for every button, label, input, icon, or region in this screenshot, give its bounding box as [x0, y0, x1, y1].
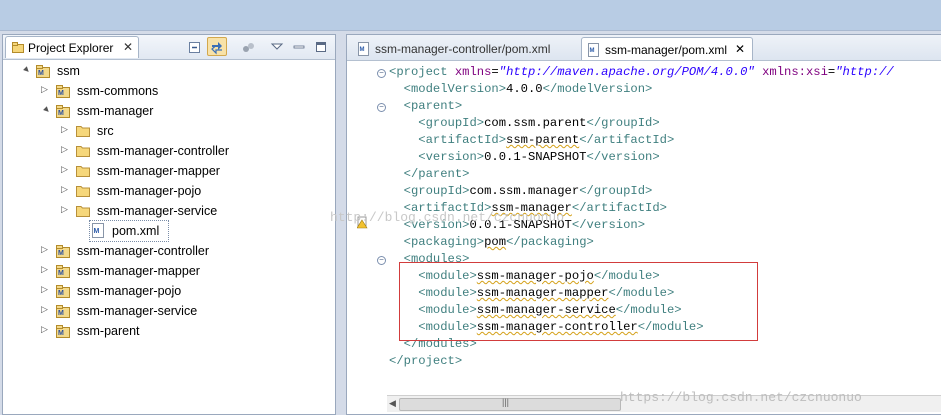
- xml-file-icon: M: [358, 42, 369, 56]
- folder-icon: [75, 123, 91, 138]
- link-icon: [211, 42, 222, 55]
- folder-icon: [75, 163, 91, 178]
- maven-project-icon: M: [55, 283, 71, 298]
- xml-file-icon: M: [588, 43, 599, 57]
- scroll-left-icon[interactable]: ◀: [389, 398, 396, 409]
- maven-project-icon: M: [55, 243, 71, 258]
- svg-text:M: M: [58, 250, 64, 257]
- svg-text:M: M: [38, 70, 44, 77]
- tree-item-label: ssm-manager-controller: [77, 244, 209, 258]
- svg-text:M: M: [360, 47, 365, 53]
- maven-project-icon: M: [55, 323, 71, 338]
- tree-item-label: ssm-manager-pojo: [97, 184, 202, 198]
- explorer-tab-bar: Project Explorer ✕: [3, 35, 335, 60]
- code-line: <artifactId>ssm-parent</artifactId>: [418, 133, 675, 147]
- svg-text:M: M: [94, 228, 100, 235]
- tree-item-label: ssm-manager-mapper: [77, 264, 200, 278]
- tab-controller-pom-label: ssm-manager-controller/pom.xml: [375, 42, 551, 56]
- svg-text:M: M: [58, 310, 64, 317]
- tree-item-label: ssm-manager: [77, 104, 154, 118]
- tree-item-label: ssm-manager-mapper: [97, 164, 220, 178]
- fold-toggle-icon[interactable]: −: [377, 103, 386, 112]
- minimize-icon[interactable]: [291, 39, 307, 55]
- watermark-bottom-right: https://blog.csdn.net/czcnuonuo: [620, 390, 862, 405]
- folder-icon: [75, 143, 91, 158]
- svg-text:M: M: [58, 290, 64, 297]
- collapsed-twisty-icon[interactable]: ▷: [61, 124, 71, 136]
- tree-item-label: ssm-parent: [77, 324, 140, 338]
- watermark-center: http://blog.csdn.net/czcnuonuo: [330, 210, 565, 225]
- svg-text:M: M: [58, 270, 64, 277]
- collapsed-twisty-icon[interactable]: ▷: [41, 304, 51, 316]
- tab-project-explorer[interactable]: Project Explorer ✕: [5, 36, 139, 58]
- project-explorer-icon: [12, 42, 24, 53]
- fold-toggle-icon[interactable]: −: [377, 69, 386, 78]
- code-line: <version>0.0.1-SNAPSHOT</version>: [418, 150, 660, 164]
- tree-item-label: ssm: [57, 64, 80, 78]
- collapsed-twisty-icon[interactable]: ▷: [41, 84, 51, 96]
- tab-manager-pom[interactable]: M ssm-manager/pom.xml ✕: [581, 37, 753, 60]
- svg-text:M: M: [58, 330, 64, 337]
- tree-item-label: ssm-commons: [77, 84, 159, 98]
- editor-tab-bar: M ssm-manager-controller/pom.xml M ssm-m…: [347, 35, 941, 61]
- tab-manager-pom-label: ssm-manager/pom.xml: [605, 43, 728, 57]
- tree-item-label: pom.xml: [112, 224, 160, 238]
- tab-project-explorer-label: Project Explorer: [28, 41, 114, 55]
- close-icon[interactable]: ✕: [123, 40, 133, 54]
- expanded-twisty-icon[interactable]: ▲: [18, 62, 33, 78]
- scroll-grip: |||: [502, 397, 510, 407]
- collapsed-twisty-icon[interactable]: ▷: [61, 184, 71, 196]
- svg-text:M: M: [590, 48, 595, 54]
- maven-project-icon: M: [55, 303, 71, 318]
- maven-project-icon: M: [55, 103, 71, 118]
- collapsed-twisty-icon[interactable]: ▷: [61, 164, 71, 176]
- modules-highlight-box: [399, 262, 758, 341]
- tree-item-label: ssm-manager-service: [77, 304, 198, 318]
- chevron-down-icon[interactable]: [269, 39, 285, 55]
- link-with-editor-button[interactable]: [207, 37, 227, 56]
- code-line: <modelVersion>4.0.0</modelVersion>: [403, 82, 653, 96]
- collapsed-twisty-icon[interactable]: ▷: [41, 264, 51, 276]
- folder-icon: [75, 203, 91, 218]
- code-line: <project xmlns="http://maven.apache.org/…: [389, 65, 894, 79]
- code-line: </project>: [389, 354, 463, 368]
- collapsed-twisty-icon[interactable]: ▷: [61, 144, 71, 156]
- close-icon[interactable]: ✕: [735, 42, 745, 56]
- code-line: </parent>: [403, 167, 470, 181]
- maximize-icon[interactable]: [313, 39, 329, 55]
- xml-file-icon: M: [90, 223, 106, 238]
- collapse-all-icon[interactable]: [187, 39, 203, 55]
- view-menu-icon[interactable]: [241, 39, 257, 55]
- tree-item-label: ssm-manager-pojo: [77, 284, 182, 298]
- window-top-strip: [0, 0, 941, 31]
- maven-project-icon: M: [55, 263, 71, 278]
- svg-text:M: M: [58, 110, 64, 117]
- collapsed-twisty-icon[interactable]: ▷: [41, 244, 51, 256]
- code-line: <groupId>com.ssm.manager</groupId>: [403, 184, 653, 198]
- expanded-twisty-icon[interactable]: ▲: [38, 102, 53, 118]
- fold-toggle-icon[interactable]: −: [377, 256, 386, 265]
- code-line: <packaging>pom</packaging>: [403, 235, 594, 249]
- tree-item-label: ssm-manager-controller: [97, 144, 229, 158]
- collapsed-twisty-icon[interactable]: ▷: [41, 324, 51, 336]
- tree-item-label: src: [97, 124, 114, 138]
- svg-text:M: M: [58, 90, 64, 97]
- code-line: <parent>: [403, 99, 463, 113]
- scroll-thumb[interactable]: |||: [399, 397, 621, 411]
- maven-project-icon: M: [35, 63, 51, 78]
- collapsed-twisty-icon[interactable]: ▷: [61, 204, 71, 216]
- tree-item[interactable]: Mpom.xml: [89, 220, 169, 242]
- maven-project-icon: M: [55, 83, 71, 98]
- code-line: <groupId>com.ssm.parent</groupId>: [418, 116, 660, 130]
- collapsed-twisty-icon[interactable]: ▷: [41, 284, 51, 296]
- tree-item-label: ssm-manager-service: [97, 204, 218, 218]
- folder-icon: [75, 183, 91, 198]
- project-explorer-panel: Project Explorer ✕ ▲ Mssm ▷ Mssm-commons ▲ Ms…: [2, 34, 336, 415]
- tab-controller-pom[interactable]: M ssm-manager-controller/pom.xml: [353, 37, 581, 60]
